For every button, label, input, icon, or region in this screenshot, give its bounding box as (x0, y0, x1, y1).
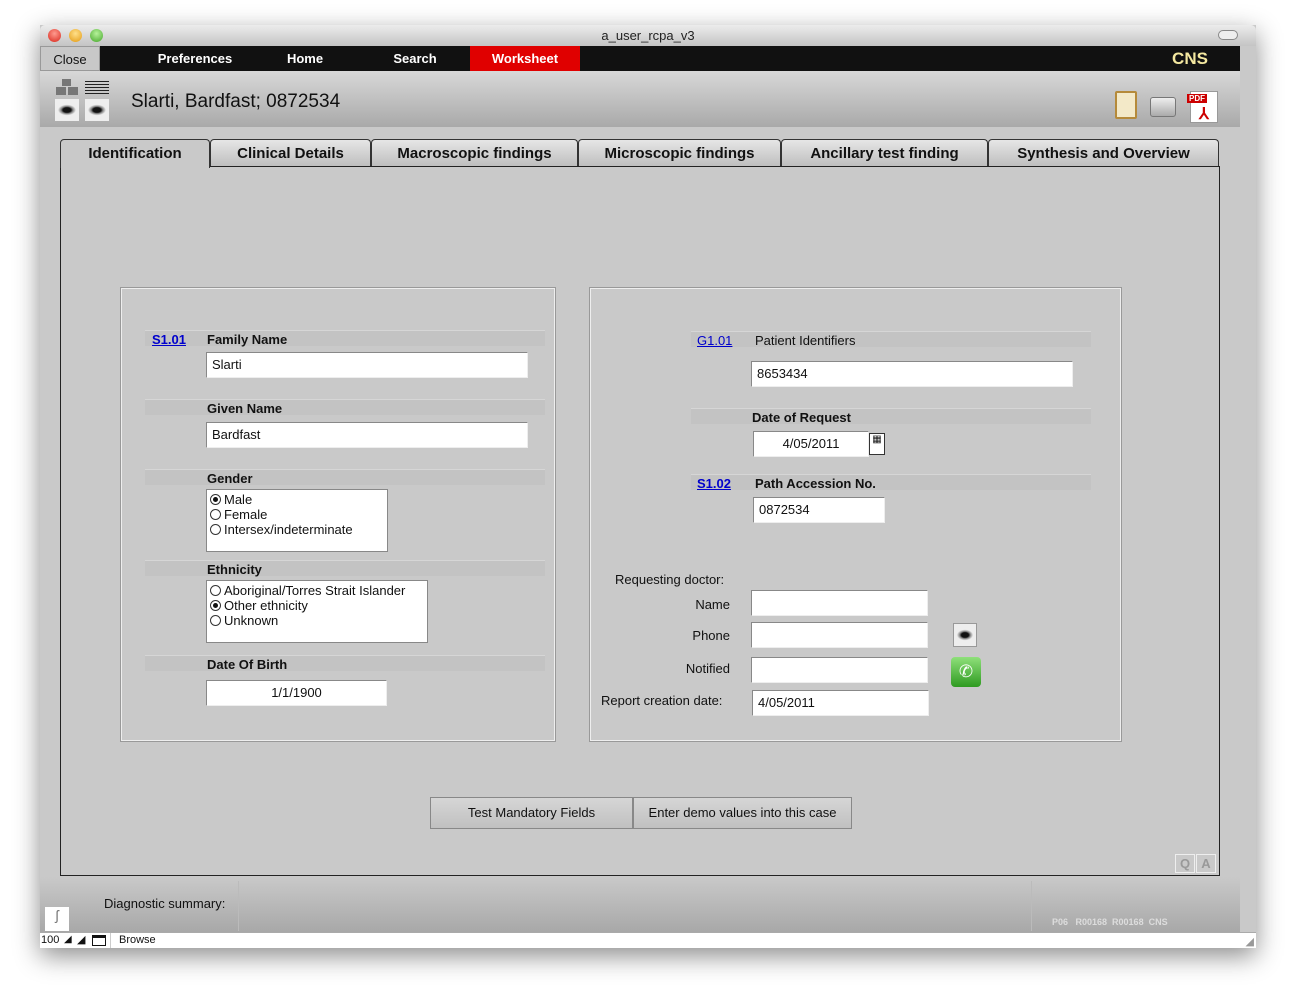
gender-option-male[interactable]: Male (210, 492, 384, 507)
gender-option-intersex[interactable]: Intersex/indeterminate (210, 522, 384, 537)
script-icon[interactable]: ʃ (45, 907, 69, 931)
g101-link[interactable]: G1.01 (697, 333, 732, 348)
q-button[interactable]: Q (1175, 854, 1195, 873)
doctor-phone-field[interactable] (751, 622, 928, 648)
s102-link[interactable]: S1.02 (697, 476, 731, 491)
nav-search[interactable]: Search (360, 46, 470, 71)
header: Slarti, Bardfast; 0872534 PDF ⅄ (40, 71, 1240, 127)
radio-icon (210, 509, 221, 520)
zoom-out-icon[interactable]: ◢ (64, 934, 72, 945)
radio-icon (210, 494, 221, 505)
identification-box: S1.01 Family Name Slarti Given Name Bard… (120, 287, 556, 742)
nav-preferences[interactable]: Preferences (140, 46, 250, 71)
phone-call-icon[interactable]: ✆ (951, 657, 981, 687)
diagnostic-summary-label: Diagnostic summary: (104, 896, 226, 911)
brand-label: CNS (1172, 49, 1208, 68)
tab-microscopic-findings[interactable]: Microscopic findings (578, 139, 781, 167)
radio-icon (210, 600, 221, 611)
request-box: G1.01 Patient Identifiers 8653434 Date o… (589, 287, 1122, 742)
zoom-level[interactable]: 100 (41, 934, 59, 946)
dob-field[interactable]: 1/1/1900 (206, 680, 387, 706)
enter-demo-values-button[interactable]: Enter demo values into this case (633, 797, 852, 829)
notified-label: Notified (685, 661, 730, 676)
ethnicity-radio-group: Aboriginal/Torres Strait Islander Other … (206, 580, 428, 643)
eye-icon[interactable] (953, 623, 977, 647)
family-name-label: Family Name (207, 332, 288, 347)
pdf-icon[interactable]: PDF ⅄ (1187, 91, 1218, 123)
window-title: a_user_rcpa_v3 (601, 28, 695, 43)
ethnicity-option-aboriginal[interactable]: Aboriginal/Torres Strait Islander (210, 583, 424, 598)
date-of-request-field[interactable]: 4/05/2011 (753, 431, 869, 457)
requesting-doctor-label: Requesting doctor: (615, 572, 725, 587)
doctor-phone-label: Phone (692, 628, 730, 643)
nav-worksheet[interactable]: Worksheet (470, 46, 580, 71)
zoom-window-button[interactable] (90, 29, 103, 42)
report-creation-field[interactable]: 4/05/2011 (752, 690, 929, 716)
status-bar: 100 ◢ ◢ Browse ◢ (40, 932, 1256, 948)
nav-bar: Close Preferences Home Search Worksheet … (40, 46, 1240, 71)
patient-title: Slarti, Bardfast; 0872534 (131, 91, 341, 112)
calendar-icon[interactable]: ▦ (869, 433, 885, 455)
clipboard-icon[interactable] (1115, 91, 1137, 119)
toolbar-toggle-button[interactable] (1218, 30, 1238, 40)
tab-ancillary-test-finding[interactable]: Ancillary test finding (781, 139, 988, 167)
radio-icon (210, 615, 221, 626)
test-mandatory-fields-button[interactable]: Test Mandatory Fields (430, 797, 633, 829)
report-creation-label: Report creation date: (601, 693, 723, 708)
ethnicity-option-other[interactable]: Other ethnicity (210, 598, 424, 613)
date-of-request-label: Date of Request (752, 410, 851, 425)
resize-grip-icon[interactable]: ◢ (1246, 935, 1254, 948)
given-name-field[interactable]: Bardfast (206, 422, 528, 448)
record-codes: P06 R00168 R00168 CNS (1052, 917, 1168, 927)
tab-clinical-details[interactable]: Clinical Details (210, 139, 371, 167)
given-name-label: Given Name (207, 401, 283, 416)
list-eye-icon[interactable] (85, 79, 109, 123)
doctor-name-label: Name (695, 597, 730, 612)
printer-icon[interactable] (1150, 97, 1176, 117)
tab-panel: S1.01 Family Name Slarti Given Name Bard… (60, 166, 1220, 876)
doctor-name-field[interactable] (751, 590, 928, 616)
path-accession-field[interactable]: 0872534 (753, 497, 885, 523)
app-window: a_user_rcpa_v3 Close Preferences Home Se… (40, 25, 1256, 948)
toolbar-toggle-icon[interactable] (92, 935, 106, 946)
tab-synthesis-overview[interactable]: Synthesis and Overview (988, 139, 1219, 167)
tab-identification[interactable]: Identification (60, 139, 210, 168)
patient-identifiers-field[interactable]: 8653434 (751, 361, 1073, 387)
title-bar: a_user_rcpa_v3 (40, 25, 1256, 46)
ethnicity-label: Ethnicity (207, 562, 262, 577)
org-eye-icon[interactable] (55, 79, 79, 123)
tab-macroscopic-findings[interactable]: Macroscopic findings (371, 139, 578, 167)
family-name-field[interactable]: Slarti (206, 352, 528, 378)
close-button[interactable]: Close (40, 46, 100, 71)
close-window-button[interactable] (48, 29, 61, 42)
diagnostic-summary-field[interactable] (238, 881, 1032, 931)
dob-label: Date Of Birth (207, 657, 288, 672)
mode-label[interactable]: Browse (110, 933, 180, 948)
notified-field[interactable] (751, 657, 928, 683)
radio-icon (210, 585, 221, 596)
gender-radio-group: Male Female Intersex/indeterminate (206, 489, 388, 552)
footer: Diagnostic summary: P06 R00168 R00168 CN… (40, 877, 1240, 932)
nav-home[interactable]: Home (250, 46, 360, 71)
patient-identifiers-label: Patient Identifiers (755, 333, 856, 348)
ethnicity-option-unknown[interactable]: Unknown (210, 613, 424, 628)
zoom-in-icon[interactable]: ◢ (77, 933, 85, 946)
a-button[interactable]: A (1196, 854, 1216, 873)
radio-icon (210, 524, 221, 535)
gender-option-female[interactable]: Female (210, 507, 384, 522)
gender-label: Gender (207, 471, 253, 486)
s101-link[interactable]: S1.01 (152, 332, 186, 347)
minimize-window-button[interactable] (69, 29, 82, 42)
path-accession-label: Path Accession No. (755, 476, 876, 491)
